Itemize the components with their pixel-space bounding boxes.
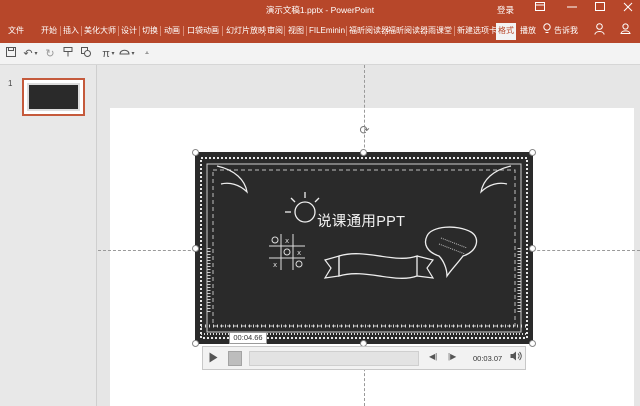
account-icon[interactable] [592,23,606,37]
tab-new-tab[interactable]: 新建选项卡 [457,25,497,39]
lightbulb-icon [542,23,552,37]
resize-handle[interactable] [529,245,536,252]
resize-handle[interactable] [192,149,199,156]
seek-time-tooltip: 00:04.66 [229,332,267,344]
seek-bar[interactable] [249,351,419,366]
current-time-display: 00:03.07 [473,354,503,363]
tab-view[interactable]: 视图 [288,25,304,39]
tab-format[interactable]: 格式 [496,23,516,40]
tab-slideshow[interactable]: 幻灯片放映 [226,25,266,39]
tab-review[interactable]: 审阅 [267,25,283,39]
svg-text:x: x [297,249,301,257]
tell-me-search[interactable]: 告诉我 [554,25,578,36]
maximize-icon[interactable] [592,2,608,16]
slide-number: 1 [8,79,13,88]
tab-meihua[interactable]: 美化大师 [84,25,116,39]
slides-pane: 1 [0,65,97,406]
tab-insert[interactable]: 插入 [63,25,79,39]
customize-toolbar-icon[interactable]: ⩡ [142,47,152,61]
tab-foxit-reader-2[interactable]: 福昕阅读器 [388,25,428,39]
seek-back-icon[interactable]: ◀| [429,352,437,361]
equation-dropdown-icon[interactable]: ▾ [110,47,116,61]
shape-fill-dropdown-icon[interactable]: ▾ [130,47,136,61]
tab-separator [264,26,265,36]
tab-pocket-animation[interactable]: 口袋动画 [187,25,219,39]
chalkboard-artwork: x x x [195,152,533,344]
save-icon[interactable] [5,47,17,61]
svg-text:x: x [273,261,277,269]
resize-handle[interactable] [192,340,199,347]
ribbon-display-options-icon[interactable] [532,2,548,16]
close-icon[interactable] [620,2,636,16]
tab-separator [118,26,119,36]
seek-forward-icon[interactable]: |▶ [448,352,456,361]
video-object[interactable]: x x x 说课通用PPT [195,152,533,344]
tab-separator [385,26,386,36]
tab-animations[interactable]: 动画 [164,25,180,39]
undo-dropdown-icon[interactable]: ▾ [33,47,39,61]
video-title-text: 说课通用PPT [317,214,406,230]
slide-thumbnail[interactable] [22,78,85,116]
tab-separator [284,26,285,36]
tab-separator [425,26,426,36]
tab-separator [60,26,61,36]
tab-design[interactable]: 设计 [121,25,137,39]
tab-separator [222,26,223,36]
tab-playback[interactable]: 播放 [520,25,536,39]
share-icon[interactable] [618,23,632,37]
tab-transitions[interactable]: 切换 [142,25,158,39]
playhead-marker[interactable] [228,351,242,366]
resize-handle[interactable] [360,149,367,156]
format-painter-icon[interactable] [62,47,74,61]
tab-rain-classroom[interactable]: 雨课堂 [428,25,452,39]
tab-separator [306,26,307,36]
resize-handle[interactable] [529,340,536,347]
rotate-handle-icon[interactable]: ⟳ [358,124,371,137]
shape-fill-icon[interactable] [118,47,130,61]
minimize-icon[interactable] [564,2,580,16]
tab-separator [454,26,455,36]
tab-home[interactable]: 开始 [41,25,57,39]
tab-separator [160,26,161,36]
shapes-icon[interactable] [80,47,92,61]
play-icon[interactable] [209,352,221,365]
redo-icon[interactable]: ↻ [44,47,56,61]
media-controls: ◀| |▶ 00:03.07 [202,346,526,370]
resize-handle[interactable] [529,149,536,156]
title-bar: 演示文稿1.pptx - PowerPoint 登录 [0,0,640,19]
tab-separator [346,26,347,36]
tab-foxit-reader-1[interactable]: 福昕阅读器 [349,25,389,39]
login-link[interactable]: 登录 [497,4,514,16]
volume-icon[interactable] [510,351,522,364]
tab-separator [81,26,82,36]
quick-access-toolbar: ↶ ▾ ↻ π ▾ ▾ ⩡ [0,43,640,65]
tab-fileminimizer[interactable]: FILEminin [309,25,345,39]
slide-thumbnail-preview [27,83,80,111]
tab-file[interactable]: 文件 [8,25,24,39]
svg-text:x: x [285,237,289,245]
tab-separator [139,26,140,36]
resize-handle[interactable] [192,245,199,252]
tab-separator [183,26,184,36]
ribbon-tab-bar: 文件 开始 插入 美化大师 设计 切换 动画 口袋动画 幻灯片放映 审阅 视图 … [0,19,640,43]
